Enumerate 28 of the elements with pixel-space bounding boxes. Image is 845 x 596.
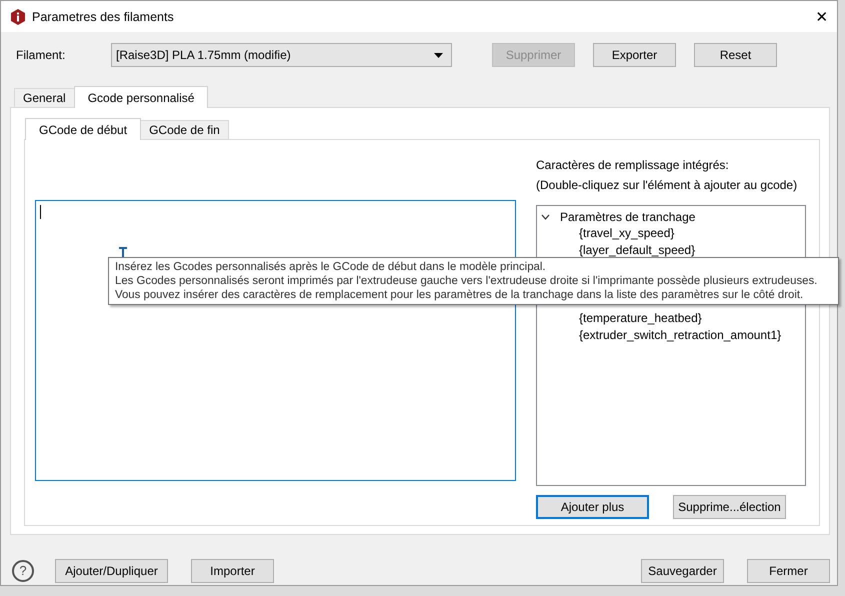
filament-label: Filament:	[15, 48, 66, 62]
filament-dropdown[interactable]: [Raise3D] PLA 1.75mm (modifie)	[111, 43, 452, 67]
panel-button[interactable]: Supprime...élection	[673, 495, 786, 519]
tooltip: Insérez les Gcodes personnalisés après le GCode de début dans le modèle principal. Les Gcodes personnalisés seront imprimés par l'extrudeuse gauche vers l'extrudeuse droite si l'imprimante possède plusieurs extrudeuses. Vous pouvez insérer des caractères de remplacement pour les paramètres de la tranchage dans la liste des paramètres sur le côté droit.	[108, 257, 839, 305]
caret-icon	[434, 52, 443, 58]
help-button[interactable]: ?	[12, 560, 34, 582]
placeholders-heading: Caractères de remplissage intégrés:	[536, 158, 730, 172]
tab[interactable]: GCode de début	[25, 118, 142, 140]
chevron-icon	[541, 214, 550, 220]
tree-item[interactable]: {travel_xy_speed}	[579, 225, 674, 242]
footer-button[interactable]: Ajouter/Dupliquer	[55, 559, 168, 583]
app-logo-icon	[10, 8, 26, 24]
tree-item[interactable]: {layer_default_speed}	[579, 242, 696, 259]
footer-button[interactable]: Fermer	[747, 559, 830, 583]
toolbar-button[interactable]: Exporter	[593, 43, 676, 67]
panel-button[interactable]: Ajouter plus	[536, 495, 649, 519]
close-button[interactable]: ✕	[807, 8, 837, 26]
tree-item[interactable]: {temperature_heatbed}	[579, 310, 702, 327]
tree-item[interactable]: {extruder_switch_retraction_amount1}	[579, 327, 782, 344]
toolbar-button[interactable]: Reset	[694, 43, 777, 67]
tab[interactable]: General	[14, 88, 75, 107]
tab[interactable]: GCode de fin	[140, 120, 229, 139]
footer-button[interactable]: Importer	[191, 559, 274, 583]
tree-node[interactable]: Paramètres de tranchage	[541, 208, 801, 225]
tab[interactable]: Gcode personnalisé	[74, 86, 208, 108]
placeholders-hint: (Double-cliquez sur l'élément à ajouter au gcode)	[536, 178, 798, 192]
window-title: Parametres des filaments	[32, 10, 174, 24]
footer-button[interactable]: Sauvegarder	[641, 559, 724, 583]
